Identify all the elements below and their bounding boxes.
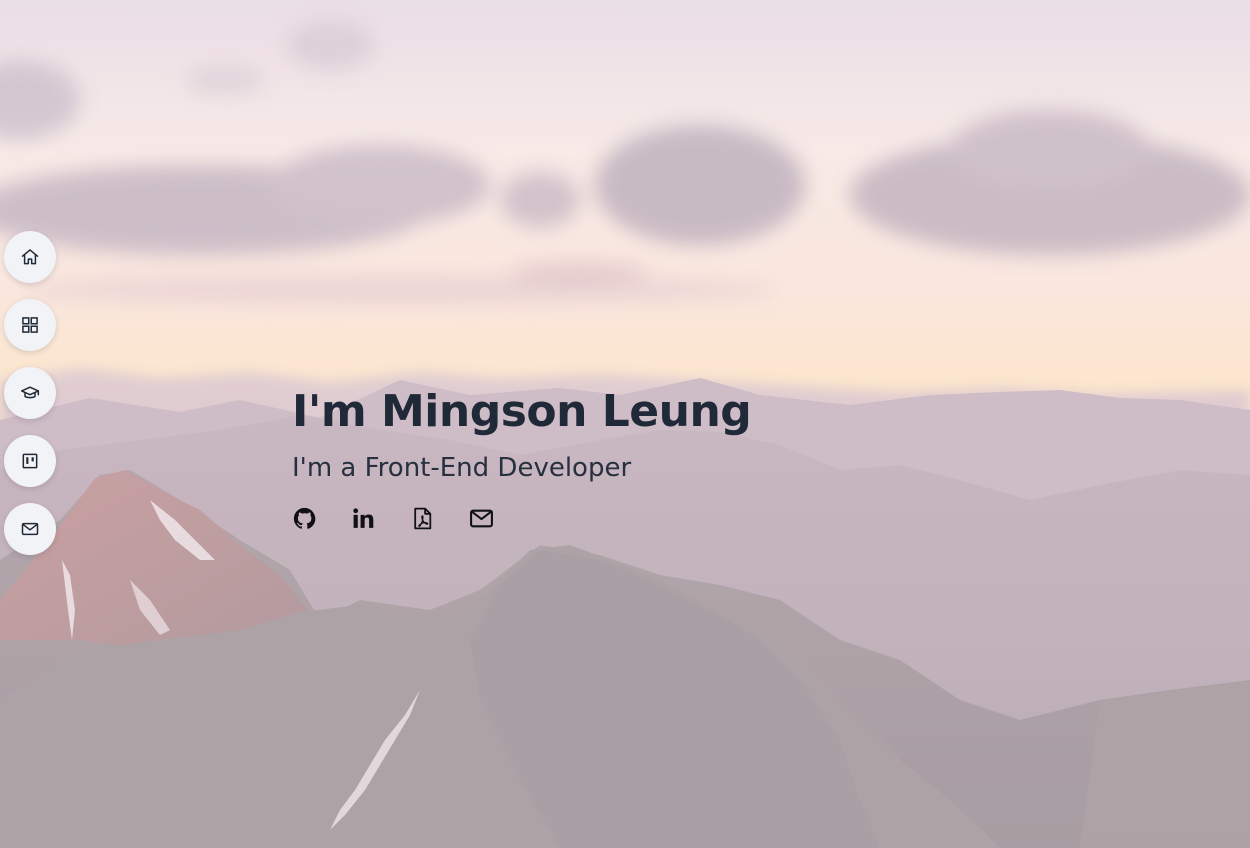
nav-board-button[interactable]	[4, 435, 56, 487]
nav-projects-button[interactable]	[4, 299, 56, 351]
linkedin-link[interactable]	[351, 506, 376, 531]
hero-subtitle: I'm a Front-End Developer	[292, 453, 632, 483]
nav-education-button[interactable]	[4, 367, 56, 419]
grid-icon	[22, 317, 38, 333]
hero-section: I'm Mingson Leung I'm a Front-End Develo…	[292, 384, 752, 531]
github-link[interactable]	[292, 506, 317, 531]
graduation-cap-icon	[20, 386, 40, 399]
github-icon	[293, 507, 316, 529]
envelope-icon	[470, 509, 493, 528]
nav-home-button[interactable]	[4, 231, 56, 283]
linkedin-icon	[353, 508, 374, 528]
resume-pdf-link[interactable]	[410, 506, 435, 531]
home-icon	[21, 249, 39, 265]
nav-contact-button[interactable]	[4, 503, 56, 555]
hero-title: I'm Mingson Leung	[292, 386, 752, 437]
pdf-icon	[414, 507, 432, 530]
email-link[interactable]	[469, 506, 494, 531]
mail-icon	[21, 522, 39, 536]
social-links	[292, 506, 751, 531]
side-navigation	[4, 231, 56, 555]
board-icon	[22, 453, 38, 469]
